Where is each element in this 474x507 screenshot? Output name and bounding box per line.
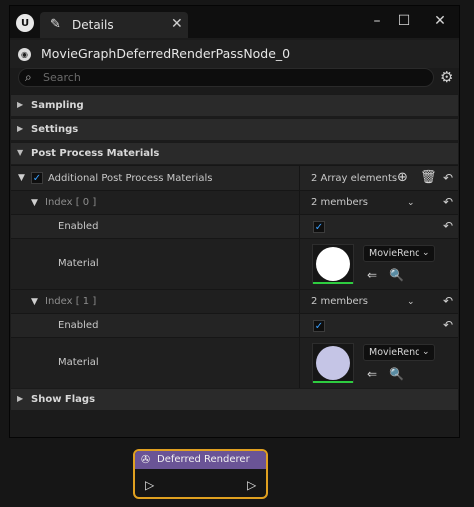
array-property-row: ▼ ✓ Additional Post Process Materials 2 … (11, 165, 458, 190)
object-name: MovieGraphDeferredRenderPassNode_0 (41, 46, 291, 61)
index-label: Index [ 0 ] (45, 197, 97, 208)
unreal-logo-icon: U (16, 14, 34, 32)
column-divider[interactable] (299, 290, 300, 313)
material-asset-picker[interactable]: MovieRenderPipeline ⌄ (363, 245, 435, 262)
search-input[interactable] (43, 70, 423, 85)
render-node-icon: ✇ (141, 453, 151, 466)
asset-type-indicator (313, 282, 353, 284)
input-pin-icon[interactable]: ▷ (145, 478, 154, 492)
asset-type-indicator (313, 381, 353, 383)
material-row-1: Material MovieRenderPipeline ⌄ ⇐ 🔍 (11, 337, 458, 388)
category-sampling[interactable]: ▶ Sampling (11, 94, 458, 116)
deferred-renderer-node[interactable]: ✇ Deferred Renderer ▷ ▷ (133, 449, 268, 499)
column-divider[interactable] (299, 239, 300, 289)
use-selected-icon[interactable]: ⇐ (367, 268, 377, 282)
material-thumbnail[interactable] (312, 343, 354, 383)
enabled-row-1: Enabled ✓ ↶ (11, 313, 458, 337)
collapse-arrow-icon: ▼ (17, 148, 24, 157)
details-icon: ✎ (50, 17, 61, 32)
members-count: 2 members (311, 296, 368, 307)
details-panel: U ✎ Details ✕ – ☐ ✕ ◉ MovieGraphDeferred… (9, 5, 460, 438)
category-post-process-materials[interactable]: ▼ Post Process Materials (11, 142, 458, 164)
tab-title: Details (72, 18, 114, 32)
column-divider[interactable] (299, 191, 300, 214)
object-header: ◉ MovieGraphDeferredRenderPassNode_0 (10, 40, 459, 68)
collapse-arrow-icon[interactable]: ▼ (31, 198, 38, 208)
reset-to-default-icon[interactable]: ↶ (443, 219, 453, 233)
search-box[interactable]: ⌕ (18, 68, 434, 87)
collapse-arrow-icon[interactable]: ▼ (31, 297, 38, 307)
browse-asset-icon[interactable]: 🔍 (389, 268, 404, 282)
node-title-bar[interactable]: ✇ Deferred Renderer (135, 451, 266, 469)
delete-all-icon[interactable]: 🗑 (420, 170, 437, 185)
material-label: Material (58, 357, 99, 368)
column-divider[interactable] (299, 338, 300, 388)
array-enabled-checkbox[interactable]: ✓ (31, 172, 43, 184)
category-show-flags[interactable]: ▶ Show Flags (11, 388, 458, 410)
chevron-down-icon[interactable]: ⌄ (407, 297, 415, 307)
node-type-icon: ◉ (18, 48, 31, 61)
minimize-icon[interactable]: – (367, 12, 387, 30)
enabled-checkbox[interactable]: ✓ (313, 221, 325, 233)
node-title: Deferred Renderer (157, 454, 250, 465)
element-row-1: ▼ Index [ 1 ] 2 members ⌄ ↶ (11, 289, 458, 313)
browse-asset-icon[interactable]: 🔍 (389, 367, 404, 381)
search-icon: ⌕ (25, 70, 32, 84)
members-count: 2 members (311, 197, 368, 208)
material-asset-name: MovieRenderPipeline (369, 347, 419, 358)
material-row-0: Material MovieRenderPipeline ⌄ ⇐ 🔍 (11, 238, 458, 289)
material-asset-name: MovieRenderPipeline (369, 248, 419, 259)
category-label: Show Flags (31, 394, 96, 405)
use-selected-icon[interactable]: ⇐ (367, 367, 377, 381)
reset-to-default-icon[interactable]: ↶ (443, 195, 453, 209)
reset-to-default-icon[interactable]: ↶ (443, 171, 453, 185)
chevron-down-icon: ⌄ (422, 347, 430, 357)
enabled-label: Enabled (58, 221, 99, 232)
add-element-icon[interactable]: ⊕ (397, 170, 408, 185)
close-window-icon[interactable]: ✕ (430, 12, 450, 30)
enabled-label: Enabled (58, 320, 99, 331)
chevron-down-icon[interactable]: ⌄ (407, 198, 415, 208)
material-preview-sphere (316, 247, 350, 281)
element-row-0: ▼ Index [ 0 ] 2 members ⌄ ↶ (11, 190, 458, 214)
material-label: Material (58, 258, 99, 269)
material-thumbnail[interactable] (312, 244, 354, 284)
expand-arrow-icon: ▶ (17, 100, 24, 109)
reset-to-default-icon[interactable]: ↶ (443, 294, 453, 308)
title-bar[interactable]: U ✎ Details ✕ – ☐ ✕ (10, 6, 459, 38)
expand-arrow-icon: ▶ (17, 124, 24, 133)
column-divider[interactable] (299, 215, 300, 238)
index-label: Index [ 1 ] (45, 296, 97, 307)
category-label: Post Process Materials (31, 148, 160, 159)
material-preview-sphere (316, 346, 350, 380)
collapse-arrow-icon[interactable]: ▼ (18, 173, 25, 183)
close-tab-icon[interactable]: ✕ (171, 16, 183, 32)
reset-to-default-icon[interactable]: ↶ (443, 318, 453, 332)
category-label: Sampling (31, 100, 84, 111)
category-settings[interactable]: ▶ Settings (11, 118, 458, 140)
maximize-icon[interactable]: ☐ (394, 12, 414, 30)
array-label: Additional Post Process Materials (48, 173, 213, 184)
tab-details[interactable]: ✎ Details ✕ (40, 12, 188, 38)
category-label: Settings (31, 124, 79, 135)
chevron-down-icon: ⌄ (422, 248, 430, 258)
column-divider[interactable] (299, 166, 300, 190)
array-count: 2 Array elements (311, 173, 398, 184)
column-divider[interactable] (299, 314, 300, 337)
enabled-row-0: Enabled ✓ ↶ (11, 214, 458, 238)
material-asset-picker[interactable]: MovieRenderPipeline ⌄ (363, 344, 435, 361)
expand-arrow-icon: ▶ (17, 394, 24, 403)
settings-gear-icon[interactable]: ⚙ (440, 68, 453, 86)
output-pin-icon[interactable]: ▷ (247, 478, 256, 492)
enabled-checkbox[interactable]: ✓ (313, 320, 325, 332)
